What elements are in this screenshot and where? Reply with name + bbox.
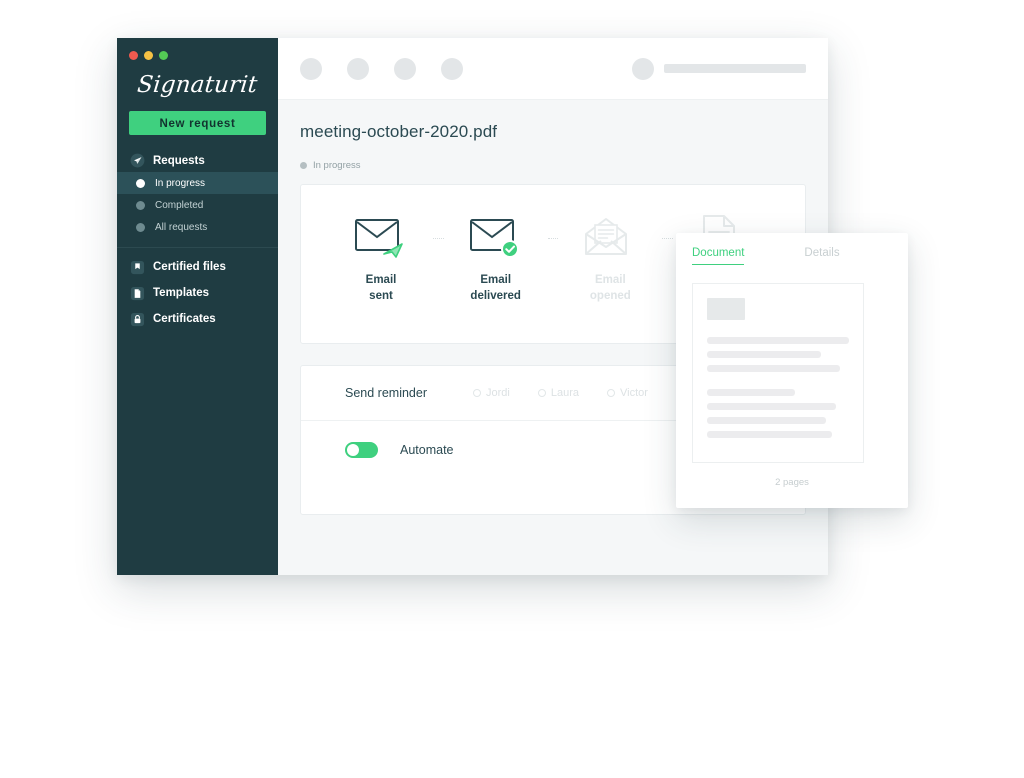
- envelope-delivered-icon: [446, 211, 546, 265]
- status-label: In progress: [313, 160, 361, 171]
- automate-toggle[interactable]: [345, 442, 378, 458]
- sidebar-item-in-progress[interactable]: In progress: [117, 172, 278, 194]
- toggle-knob: [347, 444, 359, 456]
- sidebar-item-label: Templates: [153, 287, 210, 299]
- preview-line: [707, 389, 796, 396]
- top-bar: [278, 38, 828, 100]
- preview-logo-block: [707, 298, 745, 320]
- preview-line: [707, 417, 827, 424]
- recipient-icon: [606, 389, 615, 397]
- recipient-icon: [473, 389, 481, 397]
- recipient-chip-laura[interactable]: Laura: [537, 387, 579, 399]
- recipient-chip-jordi[interactable]: Jordi: [473, 387, 510, 399]
- toolbar-placeholder-icon[interactable]: [441, 57, 463, 80]
- timeline-step-email-sent[interactable]: Email sent: [331, 211, 431, 304]
- maximize-window-button[interactable]: [159, 51, 168, 60]
- window-traffic-lights: [117, 38, 278, 60]
- preview-line: [707, 365, 841, 372]
- page-count-label: 2 pages: [775, 477, 809, 488]
- search-input[interactable]: [664, 64, 806, 73]
- document-preview[interactable]: [692, 283, 864, 463]
- minimize-window-button[interactable]: [144, 51, 153, 60]
- preview-line: [707, 337, 849, 344]
- status-dot-icon: [300, 162, 307, 169]
- sidebar-nav: Requests In progress Completed All reque…: [117, 149, 278, 332]
- sidebar-item-templates[interactable]: Templates: [117, 280, 278, 306]
- sidebar-item-label: In progress: [155, 177, 206, 189]
- new-request-button[interactable]: New request: [129, 111, 266, 135]
- sidebar: Signaturit New request Requests In progr…: [117, 38, 278, 575]
- dot-icon: [131, 175, 147, 191]
- paper-plane-icon: [129, 153, 145, 169]
- document-panel: Document Details 2 pages: [676, 233, 908, 508]
- timeline-step-label: Email opened: [589, 274, 631, 302]
- send-reminder-label: Send reminder: [345, 386, 427, 400]
- envelope-sent-icon: [331, 211, 431, 265]
- page-title: meeting-october-2020.pdf: [300, 122, 498, 141]
- sidebar-item-completed[interactable]: Completed: [117, 194, 278, 216]
- panel-tabs: Document Details: [692, 247, 892, 265]
- sidebar-item-label: Requests: [153, 154, 205, 167]
- sidebar-item-certified-files[interactable]: Certified files: [117, 254, 278, 280]
- dot-icon: [131, 197, 147, 213]
- preview-line: [707, 431, 832, 438]
- lock-icon: [129, 311, 145, 327]
- sidebar-item-all-requests[interactable]: All requests: [117, 216, 278, 238]
- sidebar-item-label: Certified files: [153, 261, 226, 273]
- recipient-name: Victor: [619, 387, 648, 399]
- brand-logo: Signaturit: [135, 72, 259, 98]
- sidebar-divider: [117, 247, 278, 248]
- app-screenshot: Signaturit New request Requests In progr…: [0, 0, 1024, 778]
- dot-icon: [131, 219, 147, 235]
- timeline-step-email-opened[interactable]: Email opened: [560, 211, 660, 304]
- timeline-connector: [546, 211, 561, 265]
- timeline-connector: [431, 211, 446, 265]
- toolbar-placeholder-icon[interactable]: [347, 57, 369, 80]
- top-bar-right: [632, 57, 806, 80]
- close-window-button[interactable]: [129, 51, 138, 60]
- timeline-step-label: Email delivered: [470, 274, 521, 302]
- preview-line: [707, 351, 821, 358]
- envelope-open-icon: [560, 211, 660, 265]
- timeline-connector: [660, 211, 675, 265]
- sidebar-item-label: All requests: [155, 221, 208, 233]
- timeline-step-label: Email sent: [365, 274, 397, 302]
- certified-file-icon: [129, 259, 145, 275]
- tab-details[interactable]: Details: [804, 247, 839, 265]
- tab-document[interactable]: Document: [692, 247, 745, 265]
- sidebar-item-label: Certificates: [153, 313, 216, 325]
- template-icon: [129, 285, 145, 301]
- preview-line: [707, 403, 837, 410]
- automate-label: Automate: [400, 443, 454, 457]
- recipient-name: Laura: [550, 387, 579, 399]
- sidebar-item-requests[interactable]: Requests: [117, 149, 278, 172]
- recipient-chip-victor[interactable]: Victor: [606, 387, 648, 399]
- sidebar-item-label: Completed: [155, 199, 204, 211]
- toolbar-placeholder-icon[interactable]: [300, 57, 322, 80]
- avatar[interactable]: [632, 57, 654, 80]
- toolbar-placeholder-icon[interactable]: [394, 57, 416, 80]
- recipient-icon: [537, 389, 546, 397]
- sidebar-item-certificates[interactable]: Certificates: [117, 306, 278, 332]
- timeline-step-email-delivered[interactable]: Email delivered: [446, 211, 546, 304]
- status-badge: In progress: [300, 160, 806, 171]
- recipient-name: Jordi: [486, 387, 510, 399]
